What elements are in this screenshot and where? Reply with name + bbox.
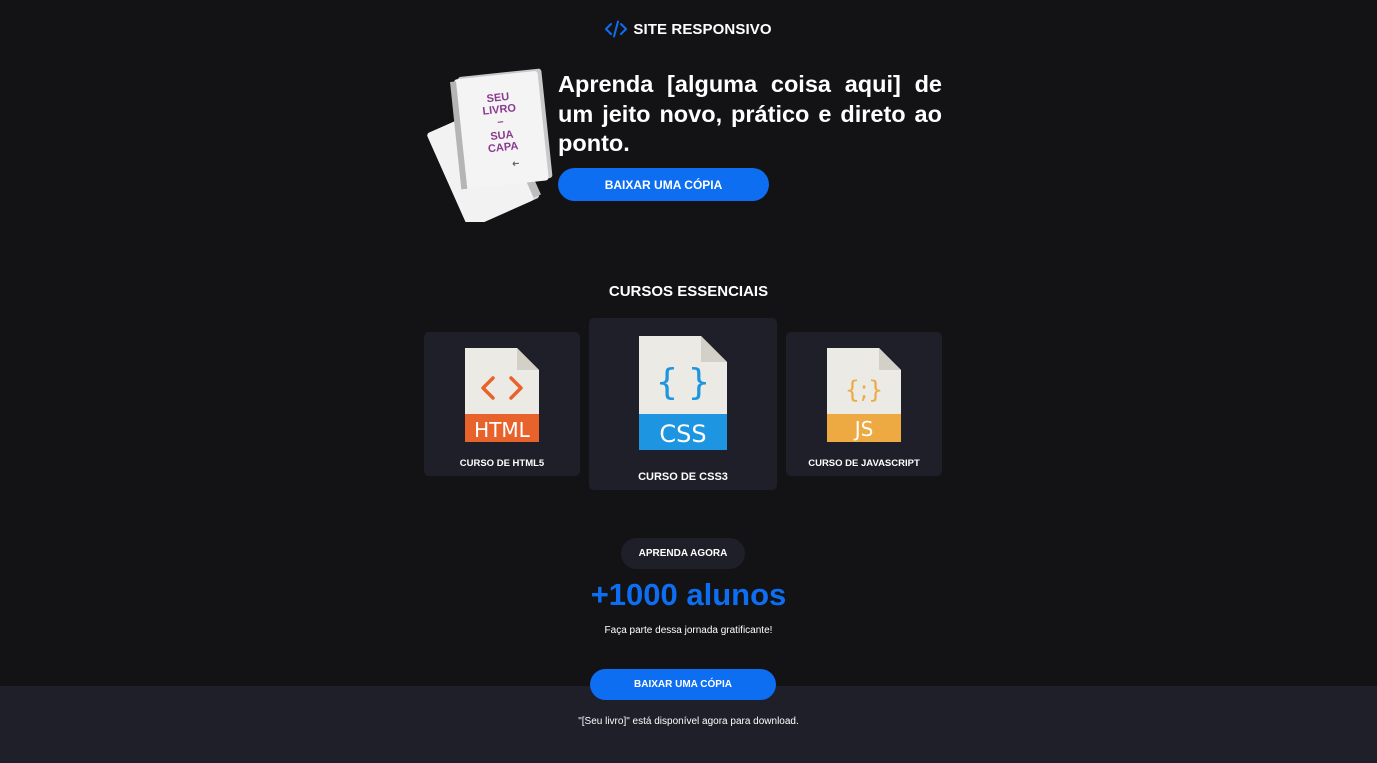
courses-title: CURSOS ESSENCIAIS: [608, 283, 769, 300]
svg-text:}: }: [688, 362, 711, 403]
book-cover-separator: –: [497, 116, 504, 129]
footer-download-button[interactable]: BAIXAR UMA CÓPIA: [590, 669, 776, 700]
course-label-javascript: CURSO DE JAVASCRIPT: [808, 458, 920, 469]
css-badge: CSS: [659, 420, 706, 448]
students-count: +1000 alunos: [590, 577, 787, 612]
footer-availability-note: "[Seu livro]" está disponível agora para…: [578, 716, 799, 727]
course-card-html[interactable]: HTML CURSO DE HTML5: [424, 332, 580, 476]
course-label-css: CURSO DE CSS3: [638, 471, 728, 483]
download-copy-button[interactable]: BAIXAR UMA CÓPIA: [558, 168, 769, 201]
brand-label: SITE RESPONSIVO: [633, 20, 772, 38]
code-icon: [605, 20, 628, 38]
js-symbol: {;}: [845, 376, 884, 404]
site-header: SITE RESPONSIVO: [0, 20, 1377, 38]
html-badge: HTML: [474, 418, 531, 442]
book-cover-image: SEU LIVRO – SUA CAPA: [427, 68, 553, 222]
learn-now-pill: APRENDA AGORA: [621, 538, 745, 569]
hero-headline: Aprenda [alguma coisa aqui] de um jeito …: [558, 71, 942, 156]
html-file-icon: HTML: [465, 348, 539, 442]
js-badge: JS: [853, 417, 874, 441]
course-card-css[interactable]: { } CSS CURSO DE CSS3: [589, 318, 777, 490]
svg-text:{: {: [656, 362, 679, 403]
js-file-icon: {;} JS: [827, 348, 901, 442]
course-label-html: CURSO DE HTML5: [459, 458, 545, 469]
css-file-icon: { } CSS: [639, 336, 727, 450]
journey-text: Faça parte dessa jornada gratificante!: [604, 625, 773, 636]
course-card-javascript[interactable]: {;} JS CURSO DE JAVASCRIPT: [786, 332, 942, 476]
